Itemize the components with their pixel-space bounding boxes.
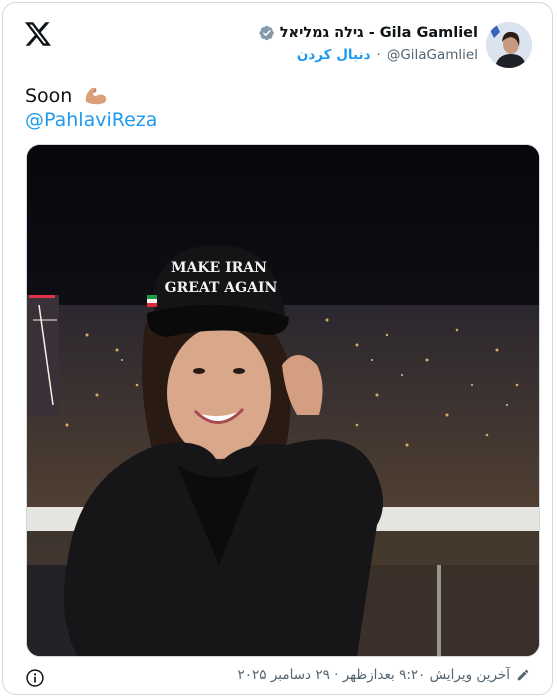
mention-link[interactable]: @PahlaviReza (25, 109, 157, 131)
tweet-footer: آخرین ویرایش ۹:۲۰ بعدازظهر · ۲۹ دسامبر ۲… (25, 667, 530, 689)
flexed-biceps-emoji (86, 87, 107, 105)
verified-badge-icon (259, 25, 274, 41)
cap-text-line2: GREAT AGAIN (165, 280, 278, 296)
display-name[interactable]: גילה גמליאל - Gila Gamliel (280, 25, 478, 41)
follow-button[interactable]: دنبال کردن (297, 47, 371, 63)
x-logo-icon[interactable] (25, 21, 51, 47)
cap-text-line1: MAKE IRAN (171, 260, 267, 276)
tweet-text: Soon (25, 83, 108, 109)
pencil-icon (517, 669, 529, 681)
author-handle[interactable]: @GilaGamliel (387, 47, 478, 63)
separator-dot: · (376, 47, 381, 63)
tweet-photo[interactable]: MAKE IRAN GREAT AGAIN (26, 144, 540, 657)
edited-info[interactable]: آخرین ویرایش ۹:۲۰ بعدازظهر · ۲۹ دسامبر ۲… (238, 667, 530, 683)
author-name-row: גילה גמליאל - Gila Gamliel (259, 25, 478, 41)
tweet-text-content: Soon (25, 85, 73, 107)
info-icon[interactable] (25, 668, 45, 688)
author-handle-row: دنبال کردن · @GilaGamliel (297, 47, 478, 63)
tweet-card: גילה גמליאל - Gila Gamliel دنبال کردن · … (2, 2, 553, 695)
edited-timestamp: آخرین ویرایش ۹:۲۰ بعدازظهر · ۲۹ دسامبر ۲… (237, 667, 510, 683)
avatar[interactable] (486, 22, 532, 68)
